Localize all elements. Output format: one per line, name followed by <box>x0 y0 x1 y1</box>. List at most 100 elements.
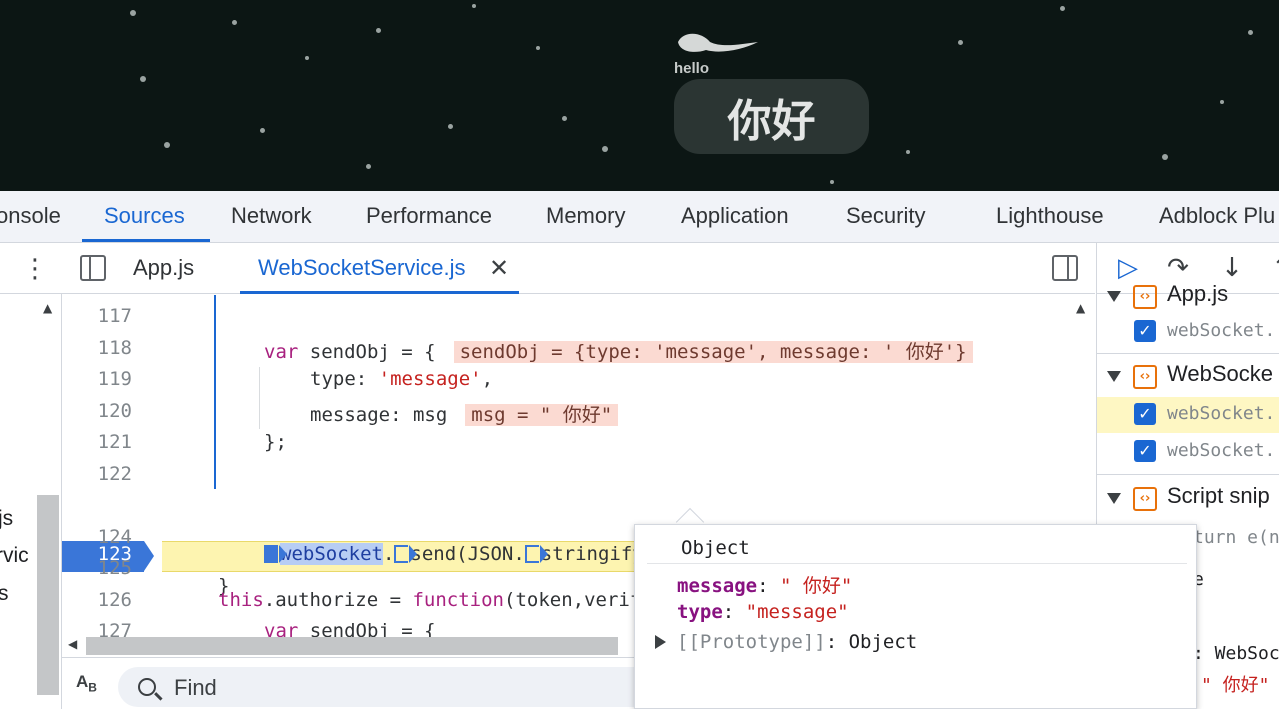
star <box>1162 154 1168 160</box>
star <box>366 164 371 169</box>
close-tab-icon[interactable]: ✕ <box>489 255 509 281</box>
inline-value-msg: msg = " 你好" <box>465 404 619 426</box>
line-number[interactable]: 121 <box>62 431 132 453</box>
star <box>1060 6 1065 11</box>
breakpoint-group-label: App.js <box>1167 281 1229 306</box>
navigator-scrollbar[interactable]: ▲ <box>37 295 61 709</box>
breakpoint-code: webSocket. <box>1167 320 1276 341</box>
step-into-marker-icon[interactable] <box>264 545 287 563</box>
expand-triangle-icon[interactable] <box>1107 371 1121 382</box>
star <box>602 146 608 152</box>
tab-memory[interactable]: Memory <box>546 191 625 243</box>
star <box>260 128 265 133</box>
star <box>376 28 381 33</box>
breakpoint-group-websocketservice[interactable]: ‹› WebSocke <box>1097 357 1279 397</box>
line-number[interactable]: 124 <box>62 526 132 548</box>
divider <box>1097 353 1279 354</box>
file-tree-item[interactable]: js <box>0 507 13 531</box>
star <box>164 142 170 148</box>
code-line-119: type: 'message', <box>310 368 494 390</box>
breakpoint-item-active[interactable]: ✓ webSocket. <box>1097 397 1279 433</box>
tab-adblock[interactable]: Adblock Plu <box>1159 191 1275 243</box>
active-file-indicator <box>240 291 519 294</box>
star <box>958 40 963 45</box>
star <box>830 180 834 184</box>
star <box>130 10 136 16</box>
breakpoint-group-label: WebSocke <box>1167 361 1273 386</box>
find-input[interactable]: Find <box>118 667 678 707</box>
star <box>1220 100 1224 104</box>
line-number[interactable]: 118 <box>62 337 132 359</box>
inline-value-sendobj: sendObj = {type: 'message', message: ' 你… <box>453 341 973 363</box>
scrollbar-thumb[interactable] <box>37 495 59 695</box>
object-property[interactable]: message: " 你好" <box>677 571 852 598</box>
line-number[interactable]: 120 <box>62 400 132 422</box>
code-line-121: }; <box>264 431 287 453</box>
divider <box>1097 474 1279 475</box>
active-tab-indicator <box>82 239 210 242</box>
tab-application[interactable]: Application <box>681 191 789 243</box>
find-options-icon[interactable]: AB <box>76 672 97 694</box>
file-tab-app-js[interactable]: App.js <box>133 243 194 294</box>
file-icon: ‹› <box>1133 365 1157 389</box>
breakpoint-checkbox[interactable]: ✓ <box>1134 403 1156 425</box>
selected-token[interactable]: webSocket <box>280 543 383 565</box>
code-line-118: var sendObj = {sendObj = {type: 'message… <box>264 337 973 364</box>
line-number[interactable]: 122 <box>62 463 132 485</box>
toggle-debugger-icon[interactable] <box>1052 255 1078 281</box>
expand-triangle-icon[interactable] <box>1107 493 1121 504</box>
breakpoint-group-script-snippets[interactable]: ‹› Script snip <box>1097 479 1279 519</box>
breakpoint-checkbox[interactable]: ✓ <box>1134 440 1156 462</box>
indent-guide <box>259 367 260 429</box>
variable-hover-popover: Object message: " 你好" type: "message" [[… <box>634 524 1197 709</box>
breakpoint-group-appjs[interactable]: ‹› App.js <box>1097 277 1279 317</box>
star <box>472 4 476 8</box>
star <box>562 116 567 121</box>
scroll-up-icon[interactable]: ▲ <box>43 301 52 315</box>
navigator-header: ⋮ <box>0 243 62 294</box>
tab-network[interactable]: Network <box>231 191 312 243</box>
file-icon: ‹› <box>1133 487 1157 511</box>
hello-label: hello <box>674 60 710 77</box>
hello-logo-icon <box>678 33 758 52</box>
devtools-tab-bar: onsole Sources Network Performance Memor… <box>0 191 1279 243</box>
scroll-left-icon[interactable]: ◀ <box>68 637 77 651</box>
tab-performance[interactable]: Performance <box>366 191 492 243</box>
tab-console[interactable]: onsole <box>0 191 61 243</box>
popover-title: Object <box>681 537 750 559</box>
divider <box>647 563 1187 564</box>
expand-prototype-icon[interactable] <box>655 635 666 649</box>
tab-security[interactable]: Security <box>846 191 925 243</box>
expand-triangle-icon[interactable] <box>1107 291 1121 302</box>
step-into-marker-icon[interactable] <box>394 545 418 563</box>
file-tab-websocketservice-js[interactable]: WebSocketService.js <box>258 243 465 294</box>
scrollbar-thumb[interactable] <box>86 637 618 655</box>
file-icon: ‹› <box>1133 285 1157 309</box>
partial-scope-text: : WebSoc <box>1193 643 1279 664</box>
tab-lighthouse[interactable]: Lighthouse <box>996 191 1104 243</box>
line-number[interactable]: 117 <box>62 305 132 327</box>
nihao-button[interactable]: 你好 <box>674 79 869 154</box>
star <box>1248 30 1253 35</box>
breakpoint-item[interactable]: ✓ webSocket. <box>1097 434 1279 470</box>
editor-tab-strip: App.js WebSocketService.js ✕ <box>62 243 1095 294</box>
toggle-navigator-icon[interactable] <box>80 255 106 281</box>
more-options-icon[interactable]: ⋮ <box>22 255 48 283</box>
line-number[interactable]: 126 <box>62 589 132 611</box>
breakpoint-checkbox[interactable]: ✓ <box>1134 320 1156 342</box>
prototype-row[interactable]: [[Prototype]]: Object <box>677 631 917 653</box>
step-into-marker-icon[interactable] <box>524 545 548 563</box>
file-tree-item[interactable]: rvic <box>0 544 29 568</box>
file-tree-item[interactable]: s <box>0 582 9 606</box>
breakpoint-group-label: Script snip <box>1167 483 1270 508</box>
star <box>232 20 237 25</box>
tab-sources[interactable]: Sources <box>104 191 185 243</box>
partial-code-text: turn e(n <box>1193 527 1279 548</box>
line-number[interactable]: 125 <box>62 557 132 579</box>
object-property[interactable]: type: "message" <box>677 601 849 623</box>
scroll-up-icon[interactable]: ▲ <box>1076 301 1085 315</box>
line-number[interactable]: 119 <box>62 368 132 390</box>
code-line-120: message: msg msg = " 你好" <box>310 400 619 427</box>
find-placeholder: Find <box>174 675 217 700</box>
breakpoint-item[interactable]: ✓ webSocket. <box>1097 314 1279 350</box>
